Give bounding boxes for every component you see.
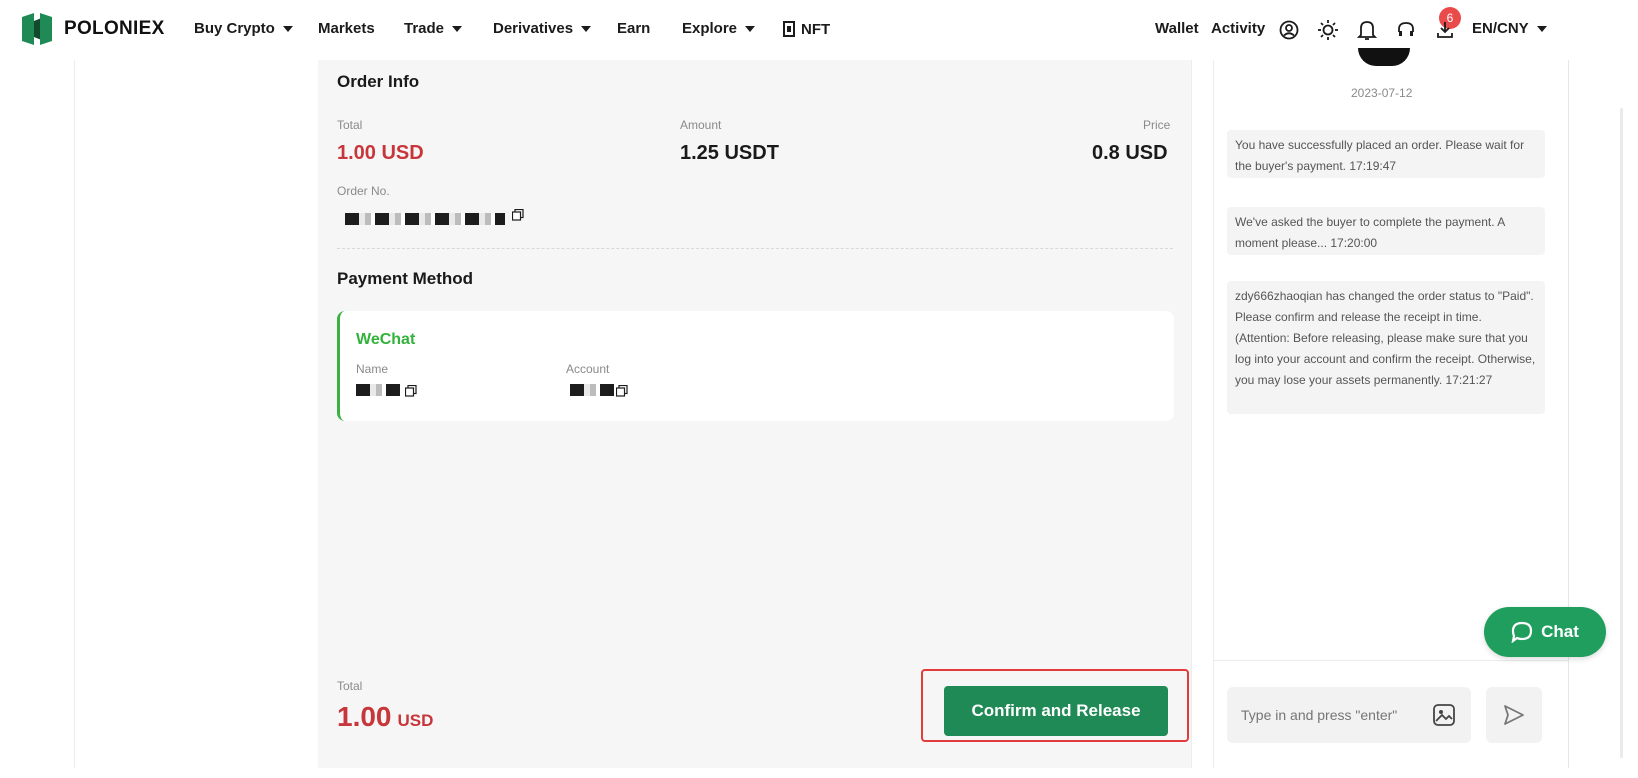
nft-icon [783, 21, 795, 37]
price-value: 0.8 USD [1092, 142, 1168, 164]
language-selector[interactable]: EN/CNY [1472, 20, 1547, 37]
nav-label: Trade [404, 20, 445, 37]
nav-explore[interactable]: Explore [682, 20, 756, 37]
order-no-label: Order No. [337, 184, 390, 198]
confirm-and-release-button[interactable]: Confirm and Release [944, 686, 1168, 736]
caret-down-icon [282, 25, 293, 32]
nav-label: Derivatives [493, 20, 574, 37]
caret-down-icon [1536, 25, 1547, 32]
send-icon [1504, 705, 1524, 725]
nav-label: Activity [1211, 20, 1266, 37]
headset-icon[interactable] [1394, 18, 1418, 42]
copy-icon[interactable] [405, 385, 417, 397]
chat-fab-button[interactable]: Chat [1484, 607, 1606, 657]
chat-bubble-icon [1511, 621, 1533, 643]
brand-name: POLONIEX [64, 18, 165, 39]
nav-label: Explore [682, 20, 738, 37]
amount-value: 1.25 USDT [680, 142, 779, 164]
chat-divider [1214, 660, 1568, 661]
left-pane [74, 60, 301, 768]
nav-trade[interactable]: Trade [404, 20, 463, 37]
payment-method-title: Payment Method [337, 269, 474, 288]
poloniex-logo-icon [22, 13, 52, 45]
bell-icon[interactable] [1355, 18, 1379, 42]
nav-label: Markets [318, 20, 375, 37]
caret-down-icon [452, 25, 463, 32]
section-divider [337, 248, 1173, 249]
image-upload-icon[interactable] [1432, 703, 1456, 727]
nav-label: Wallet [1155, 20, 1199, 37]
account-label: Account [566, 362, 610, 376]
copy-icon[interactable] [616, 385, 628, 397]
total-label: Total [337, 118, 363, 132]
order-number-redacted [345, 213, 505, 225]
chat-fab-label: Chat [1541, 622, 1579, 641]
nav-buy-crypto[interactable]: Buy Crypto [194, 20, 293, 37]
nav-label: NFT [801, 20, 831, 38]
chat-message: zdy666zhaoqian has changed the order sta… [1227, 281, 1545, 414]
total-value: 1.00 USD [337, 142, 424, 164]
panel-gap [1191, 60, 1213, 768]
nav-markets[interactable]: Markets [318, 20, 375, 37]
page-scrollbar[interactable] [1620, 108, 1623, 758]
nav-derivatives[interactable]: Derivatives [493, 20, 592, 37]
price-label: Price [1143, 118, 1171, 132]
nav-label: Buy Crypto [194, 20, 275, 37]
payee-name-label: Name [356, 362, 389, 376]
send-button[interactable] [1486, 687, 1542, 743]
nav-nft[interactable]: NFT [782, 20, 830, 38]
caret-down-icon [745, 25, 756, 32]
download-icon[interactable] [1433, 18, 1457, 42]
footer-total-unit: USD [397, 711, 434, 730]
copy-icon[interactable] [512, 209, 524, 221]
footer-total-label: Total [337, 679, 363, 693]
caret-down-icon [581, 25, 592, 32]
chat-message: You have successfully placed an order. P… [1227, 130, 1545, 178]
nav-earn[interactable]: Earn [617, 20, 650, 37]
order-info-title: Order Info [337, 72, 420, 91]
chat-date: 2023-07-12 [1351, 86, 1413, 100]
nav-label: Earn [617, 20, 651, 37]
nav-wallet[interactable]: Wallet [1155, 20, 1199, 37]
sun-icon[interactable] [1316, 18, 1340, 42]
amount-label: Amount [680, 118, 722, 132]
poloniex-logo[interactable]: POLONIEX [22, 13, 165, 45]
language-label: EN/CNY [1472, 20, 1529, 37]
chat-message: We've asked the buyer to complete the pa… [1227, 207, 1545, 255]
account-redacted [570, 384, 614, 396]
payment-method-card [337, 311, 1174, 421]
footer-total-value: 1.00 USD [337, 701, 433, 733]
footer-total-amount: 1.00 [337, 701, 392, 732]
nav-activity[interactable]: Activity [1211, 20, 1265, 37]
payee-name-redacted [356, 384, 400, 396]
user-icon[interactable] [1277, 18, 1301, 42]
payment-method-name: WeChat [356, 331, 416, 348]
